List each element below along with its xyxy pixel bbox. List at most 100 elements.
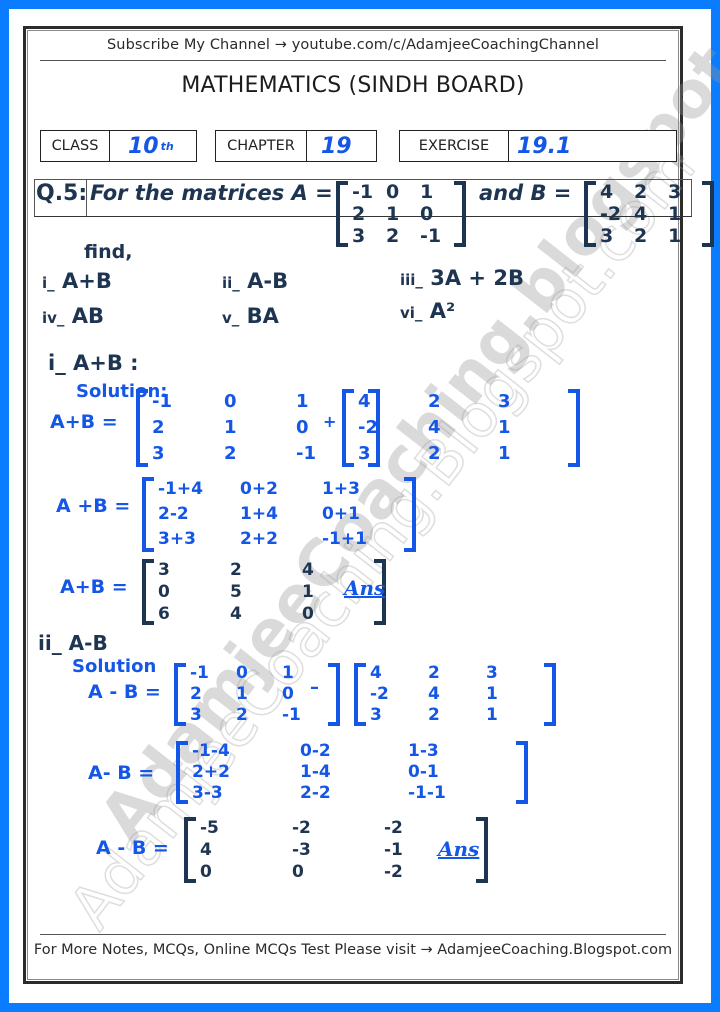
solution-i-plus: +	[323, 412, 337, 431]
matrix-cell: 1	[282, 663, 294, 683]
solution-i-step2-lhs: A +B =	[56, 495, 131, 517]
matrix-cell: 2	[634, 181, 648, 203]
matrix-cell: 2	[428, 443, 441, 464]
matrix-cell: -2	[358, 417, 378, 438]
matrix-cell: 4	[230, 604, 242, 624]
matrix-cell: -2	[384, 818, 403, 838]
matrix-cell: 3	[352, 225, 366, 247]
matrix-cell: 1	[498, 417, 511, 438]
solution-i-step2-matrix: -1+4 0+2 1+3 2-2 1+4 0+1 3+3 2+2 -1+1	[142, 477, 416, 552]
part-number: vi_	[400, 304, 423, 322]
matrix-cell: 6	[158, 604, 170, 624]
page-frame: AdamjeeCoaching.Blogspot.com AdamjeeCoac…	[9, 0, 720, 1003]
solution-i-lhs: A+B =	[50, 411, 118, 433]
exercise-value: 19.1	[517, 133, 572, 159]
matrix-cell: 1	[498, 443, 511, 464]
part-expr: A+B	[61, 269, 112, 293]
matrix-cell: 1	[486, 705, 498, 725]
matrix-cell: -1	[152, 391, 172, 412]
matrix-b: 4 2 3 -2 4 1 3 2 1	[584, 181, 714, 247]
part-expr: 3A + 2B	[430, 266, 524, 290]
matrix-cell: 0	[292, 862, 304, 882]
solution-ii-step2-matrix: -1-4 0-2 1-3 2+2 1-4 0-1 3-3 2-2 -1-1	[176, 741, 528, 804]
matrix-cell: 1-4	[300, 762, 331, 782]
matrix-cell: 4	[634, 203, 648, 225]
matrix-cell: 1	[236, 684, 248, 704]
class-value: 10th	[110, 131, 174, 161]
matrix-cell: 3	[190, 705, 202, 725]
chapter-label: CHAPTER	[216, 131, 307, 161]
matrix-cell: 2	[428, 391, 441, 412]
part-expr: A-B	[247, 269, 289, 293]
footer-divider	[40, 934, 666, 935]
matrix-cell: 0	[302, 604, 314, 624]
class-suffix: th	[160, 139, 174, 153]
class-label: CLASS	[41, 131, 110, 161]
worksheet: AdamjeeCoaching.Blogspot.com AdamjeeCoac…	[23, 0, 720, 984]
matrix-cell: 4	[370, 663, 382, 683]
matrix-cell: 2	[190, 684, 202, 704]
matrix-cell: 4	[358, 391, 371, 412]
matrix-cell: 0+1	[322, 504, 360, 524]
matrix-cell: -2	[292, 818, 311, 838]
part-item: iii_ 3A + 2B	[400, 266, 524, 290]
footer-link[interactable]: For More Notes, MCQs, Online MCQs Test P…	[26, 942, 680, 958]
matrix-cell: 3	[158, 560, 170, 580]
part-number: ii_	[222, 274, 240, 292]
matrix-cell: -1+4	[158, 479, 203, 499]
matrix-cell: 2	[224, 443, 237, 464]
question-number: Q.5:	[36, 181, 88, 206]
matrix-cell: 1	[420, 181, 434, 203]
solution-ii-matrix-b: 4 2 3 -2 4 1 3 2 1	[354, 663, 556, 726]
part-expr: A²	[429, 299, 456, 323]
matrix-cell: 2	[634, 225, 648, 247]
page-title: MATHEMATICS (SINDH BOARD)	[181, 73, 525, 98]
question-and-text: and B =	[479, 181, 572, 205]
matrix-cell: 2	[428, 663, 440, 683]
solution-ii-result-lhs: A - B =	[96, 837, 169, 859]
matrix-cell: 0-2	[300, 741, 331, 761]
exercise-box: EXERCISE 19.1	[399, 130, 677, 162]
matrix-cell: 3	[668, 181, 682, 203]
matrix-cell: 0	[282, 684, 294, 704]
matrix-cell: -1-4	[192, 741, 230, 761]
subscribe-link[interactable]: Subscribe My Channel → youtube.com/c/Ada…	[26, 37, 680, 53]
matrix-cell: -2	[370, 684, 389, 704]
matrix-cell: -1-1	[408, 783, 446, 803]
solution-i-result-lhs: A+B =	[60, 576, 128, 598]
matrix-cell: 2+2	[192, 762, 230, 782]
matrix-cell: -3	[292, 840, 311, 860]
matrix-cell: -1	[420, 225, 442, 247]
matrix-cell: 3	[498, 391, 511, 412]
matrix-cell: 1	[486, 684, 498, 704]
matrix-cell: 0	[158, 582, 170, 602]
part-expr: BA	[246, 304, 279, 328]
matrix-cell: 3	[600, 225, 614, 247]
matrix-a: -1 0 1 2 1 0 3 2 -1	[336, 181, 466, 247]
matrix-cell: 4	[428, 417, 441, 438]
class-number: 10	[128, 133, 159, 159]
matrix-cell: -1	[190, 663, 209, 683]
find-label: find,	[84, 241, 133, 263]
header-divider	[40, 60, 666, 61]
matrix-cell: 0-1	[408, 762, 439, 782]
matrix-cell: 1+3	[322, 479, 360, 499]
part-item: vi_ A²	[400, 299, 455, 323]
solution-i-ans: Ans	[344, 576, 386, 600]
matrix-cell: 2-2	[300, 783, 331, 803]
matrix-cell: 0	[200, 862, 212, 882]
solution-ii-ans: Ans	[438, 837, 480, 861]
matrix-cell: -5	[200, 818, 219, 838]
matrix-cell: 4	[428, 684, 440, 704]
part-number: i_	[42, 274, 55, 292]
matrix-cell: 0	[236, 663, 248, 683]
solution-ii-label: Solution	[72, 656, 157, 677]
part-number: iv_	[42, 309, 65, 327]
matrix-cell: 2+2	[240, 529, 278, 549]
question-text: For the matrices A =	[90, 181, 333, 205]
matrix-cell: 1-3	[408, 741, 439, 761]
matrix-cell: 3-3	[192, 783, 223, 803]
matrix-cell: 3	[358, 443, 371, 464]
matrix-cell: 1	[668, 203, 682, 225]
matrix-cell: 1+4	[240, 504, 278, 524]
